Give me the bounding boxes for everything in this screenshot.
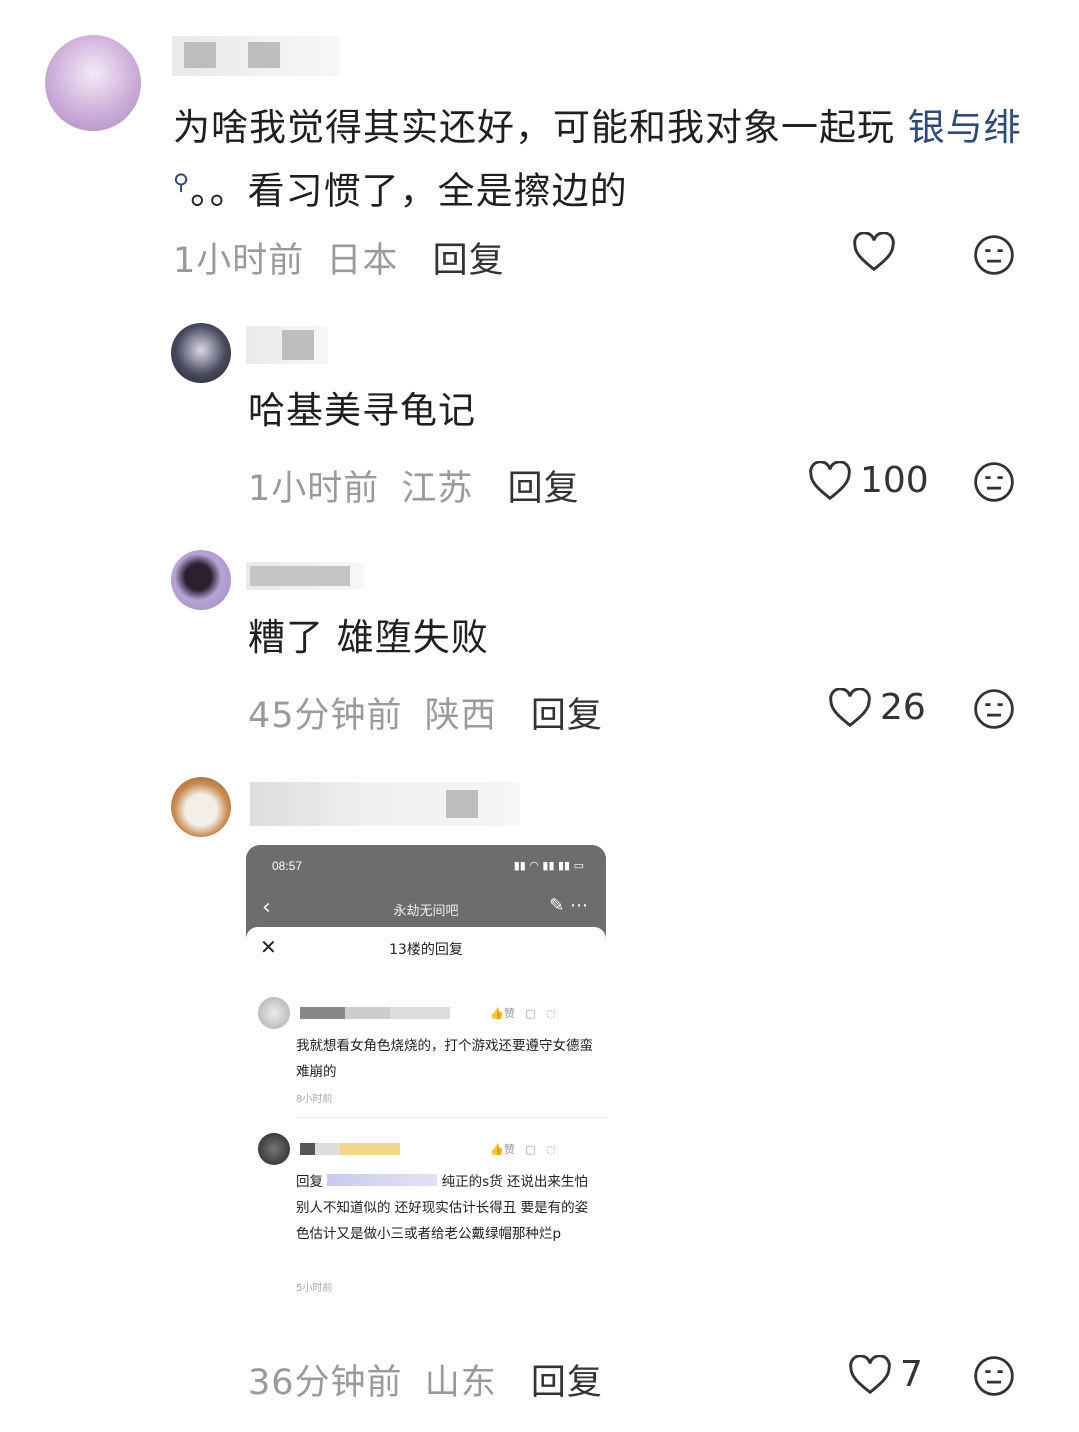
heart-icon bbox=[849, 1354, 891, 1394]
comment-time: 45分钟前 bbox=[248, 696, 403, 736]
username-blurred[interactable] bbox=[246, 562, 364, 590]
reply-time: 8小时前 bbox=[296, 1094, 333, 1105]
status-icons: ▮▮ ◠ ▮▮ ▮▮ ▭ bbox=[513, 859, 584, 872]
attached-screenshot[interactable]: 08:57 ▮▮ ◠ ▮▮ ▮▮ ▭ ‹ 永劫无间吧 ✎ ⋯ ✕ 13楼的回复 … bbox=[246, 845, 606, 1330]
reply-text: 回复 纯正的s货 还说出来生怕别人不知道似的 还好现实估计长得丑 要是有的姿色估… bbox=[296, 1174, 589, 1242]
action-icons: 👍赞 ▢ ◌ bbox=[490, 1007, 556, 1020]
comment-text: 糟了 雄堕失败 bbox=[248, 616, 489, 659]
username-blurred[interactable] bbox=[250, 782, 520, 826]
comment-time: 36分钟前 bbox=[248, 1363, 403, 1403]
comment-location: 陕西 bbox=[424, 696, 497, 736]
comment-location: 日本 bbox=[326, 241, 399, 281]
like-button[interactable] bbox=[852, 232, 904, 272]
reply-button[interactable]: 回复 bbox=[531, 1363, 603, 1403]
like-count: 100 bbox=[860, 460, 929, 501]
comment-location: 江苏 bbox=[401, 469, 474, 509]
action-icons: 👍赞 ▢ ◌ bbox=[490, 1143, 556, 1156]
avatar bbox=[258, 997, 290, 1029]
comment-text: 哈基美寻龟记 bbox=[248, 389, 476, 432]
avatar[interactable] bbox=[171, 323, 231, 383]
comment-meta: 36分钟前 山东 回复 bbox=[248, 1354, 603, 1405]
avatar bbox=[258, 1133, 290, 1165]
avatar[interactable] bbox=[171, 550, 231, 610]
like-button[interactable]: 7 bbox=[848, 1354, 923, 1395]
username-blurred bbox=[300, 1143, 400, 1155]
like-button[interactable]: 100 bbox=[808, 460, 929, 501]
avatar[interactable] bbox=[45, 35, 141, 131]
username-blurred[interactable] bbox=[172, 36, 340, 76]
like-button[interactable]: 26 bbox=[828, 687, 926, 728]
username-blurred bbox=[327, 1174, 438, 1186]
panel-title: 13楼的回复 bbox=[389, 942, 463, 958]
username-blurred bbox=[300, 1007, 450, 1019]
reply-button[interactable]: 回复 bbox=[508, 469, 580, 509]
dislike-icon[interactable] bbox=[973, 461, 1015, 503]
comment-meta: 1小时前 江苏 回复 bbox=[248, 460, 580, 511]
edit-more-icons: ✎ ⋯ bbox=[549, 895, 588, 916]
dislike-icon[interactable] bbox=[973, 688, 1015, 730]
reply-panel: ✕ 13楼的回复 👍赞 ▢ ◌ 我就想看女角色烧烧的，打个游戏还要遵守女德蛮难崩… bbox=[246, 927, 606, 1330]
heart-icon bbox=[809, 460, 851, 500]
dislike-icon[interactable] bbox=[973, 234, 1015, 276]
comment-text: 为啥我觉得其实还好，可能和我对象一起玩 银与绯⚲。。看习惯了，全是擦边的 bbox=[173, 106, 1022, 213]
comment-meta: 1小时前 日本 回复 bbox=[173, 232, 505, 283]
comment-location: 山东 bbox=[424, 1363, 497, 1403]
avatar[interactable] bbox=[171, 777, 231, 837]
heart-icon bbox=[853, 232, 895, 272]
comment-time: 1小时前 bbox=[248, 469, 380, 509]
reply-button[interactable]: 回复 bbox=[433, 241, 505, 281]
comment-time: 1小时前 bbox=[173, 241, 305, 281]
status-time: 08:57 bbox=[272, 859, 303, 873]
reply-text: 我就想看女角色烧烧的，打个游戏还要遵守女德蛮难崩的 bbox=[296, 1038, 593, 1080]
comment-meta: 45分钟前 陕西 回复 bbox=[248, 687, 603, 738]
like-count: 26 bbox=[880, 687, 926, 728]
heart-icon bbox=[829, 687, 871, 727]
username-blurred[interactable] bbox=[246, 326, 328, 364]
reply-time: 5小时前 bbox=[296, 1283, 333, 1294]
search-icon: ⚲ bbox=[173, 171, 191, 196]
dislike-icon[interactable] bbox=[973, 1355, 1015, 1397]
like-count: 7 bbox=[900, 1354, 923, 1395]
reply-button[interactable]: 回复 bbox=[531, 696, 603, 736]
divider bbox=[296, 1117, 606, 1118]
